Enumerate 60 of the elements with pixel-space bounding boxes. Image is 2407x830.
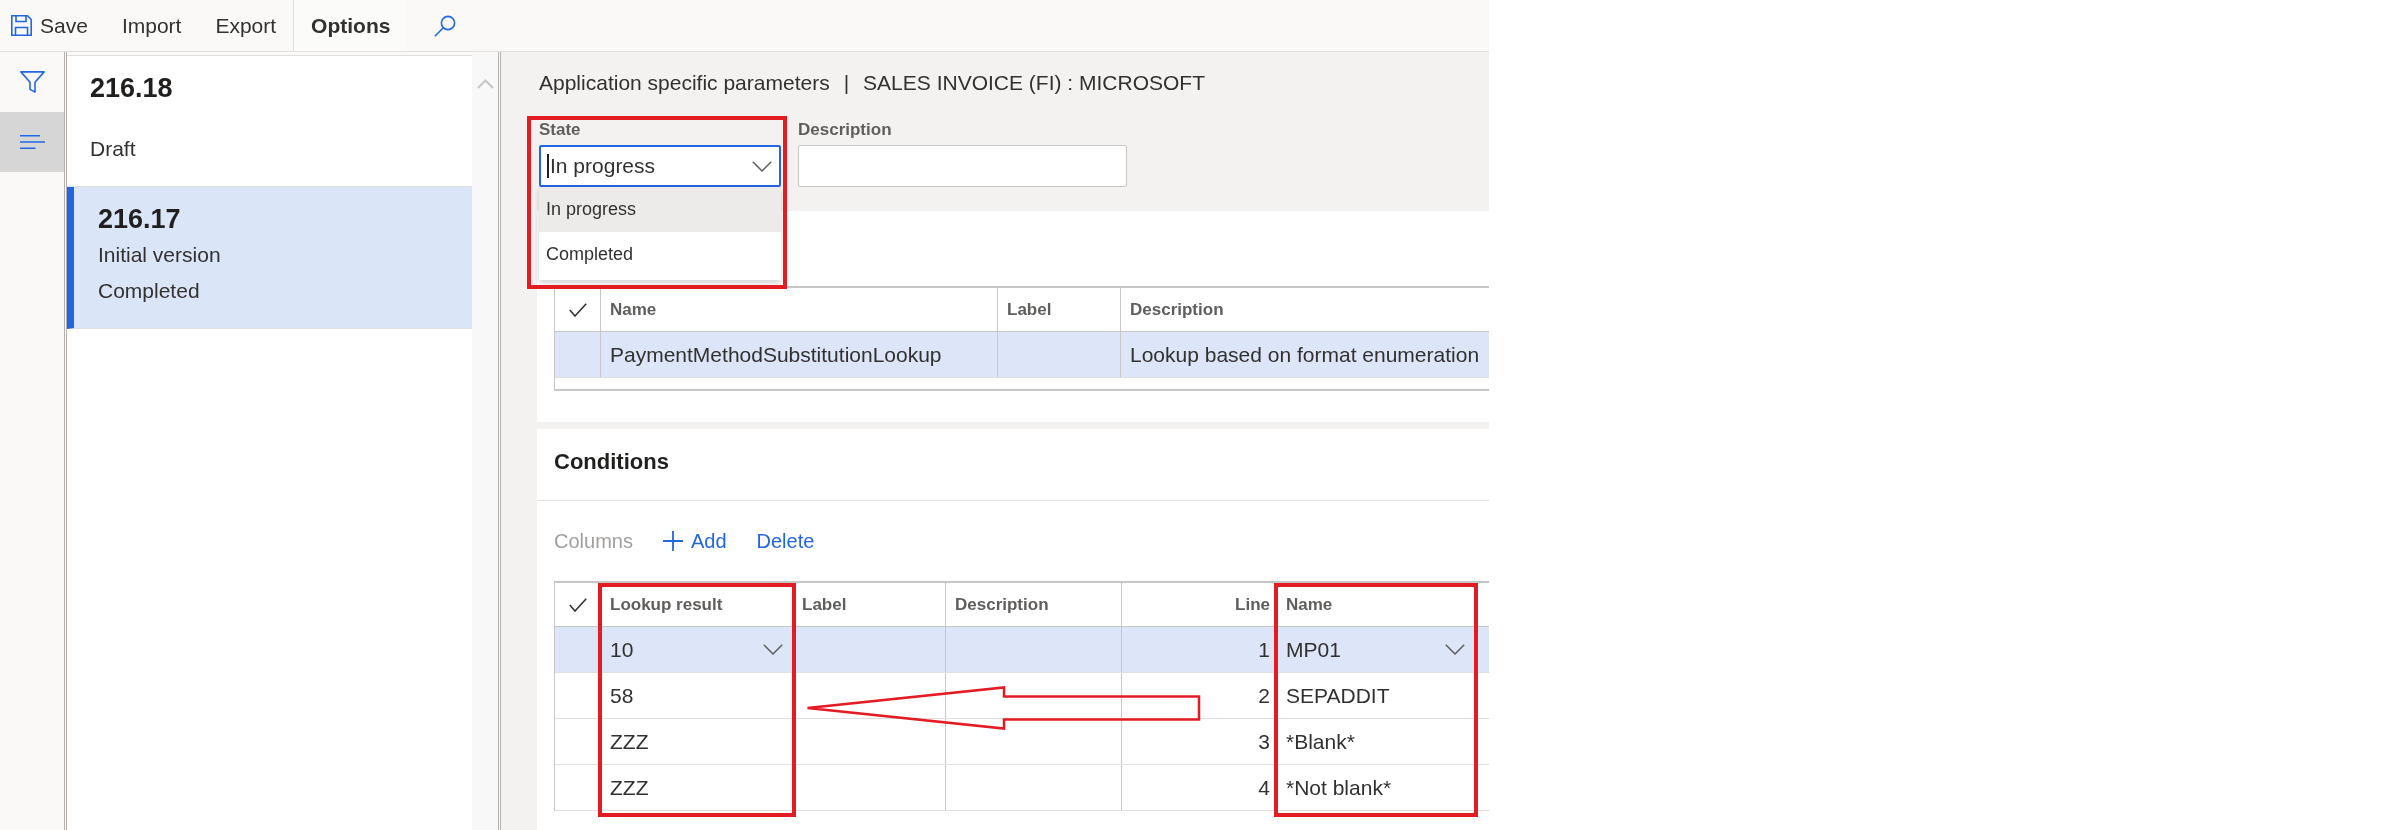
section-title: Conditions <box>554 449 669 474</box>
table-cell: PaymentMethodSubstitutionLookup <box>601 332 998 377</box>
table-row[interactable]: ZZZ 3 *Blank* <box>555 719 1489 765</box>
toolbar-button[interactable]: Add <box>662 529 727 553</box>
list-icon <box>19 135 45 149</box>
filter-icon <box>19 71 45 93</box>
table-row[interactable]: 10 1 MP01 <box>555 627 1489 673</box>
table-row[interactable]: 58 2 SEPADDIT <box>555 673 1489 719</box>
cell-dropdown[interactable]: 10 <box>601 627 793 672</box>
cell-dropdown[interactable]: MP01 <box>1277 627 1475 672</box>
column-header[interactable]: Description <box>946 583 1122 626</box>
version-description: Initial version <box>98 242 221 268</box>
check-icon[interactable] <box>568 597 587 612</box>
save-icon <box>11 15 32 36</box>
table-row[interactable]: PaymentMethodSubstitutionLookup Lookup based on format enumeration <box>555 332 1489 378</box>
table-cell: ZZZ <box>601 765 793 810</box>
table-cell: 1 <box>1122 627 1277 672</box>
description-field[interactable] <box>798 145 1127 187</box>
table-cell: 4 <box>1122 765 1277 810</box>
table-cell: ZZZ <box>601 719 793 764</box>
record-name: SALES INVOICE (FI) : MICROSOFT <box>863 70 1205 96</box>
chevron-down-icon <box>763 644 783 655</box>
plus-icon <box>662 531 683 551</box>
column-header[interactable]: Name <box>601 288 998 331</box>
toolbar-button[interactable]: Import <box>104 0 199 51</box>
column-header[interactable]: Lookup result <box>601 583 793 626</box>
toolbar-button[interactable]: Export <box>198 0 294 51</box>
search-icon[interactable] <box>434 14 457 37</box>
chevron-down-icon <box>1445 644 1465 655</box>
dropdown-option[interactable]: Completed <box>539 232 781 277</box>
check-icon[interactable] <box>568 302 587 317</box>
table-cell: *Blank* <box>1277 719 1475 764</box>
column-header[interactable]: Description <box>1121 288 1489 331</box>
title-separator: | <box>843 70 850 96</box>
field-label: State <box>539 119 581 141</box>
page-title: Application specific parameters <box>539 70 830 96</box>
table-cell: *Not blank* <box>1277 765 1475 810</box>
table-cell: SEPADDIT <box>1277 673 1475 718</box>
list-view-button[interactable] <box>0 112 64 172</box>
table-cell: 2 <box>1122 673 1277 718</box>
version-status: Completed <box>98 278 200 304</box>
column-header[interactable]: Label <box>793 583 946 626</box>
chevron-down-icon <box>752 160 772 172</box>
toolbar-button[interactable]: Delete <box>756 529 815 553</box>
column-header[interactable]: Name <box>1277 583 1475 626</box>
column-header[interactable]: Line <box>1122 583 1277 626</box>
text-cursor-icon <box>547 154 549 178</box>
table-cell: 58 <box>601 673 793 718</box>
dropdown-option[interactable]: In progress <box>539 187 781 232</box>
table-row[interactable]: ZZZ 4 *Not blank* <box>555 765 1489 811</box>
table-cell-text: Lookup based on format enumeration <box>1129 341 1481 368</box>
table-cell: 3 <box>1122 719 1277 764</box>
version-item[interactable]: 216.17 Initial version Completed <box>67 187 472 329</box>
version-number: 216.17 <box>98 203 181 236</box>
field-label: Description <box>798 119 892 141</box>
toolbar-button[interactable]: Save <box>0 0 105 51</box>
version-status: Draft <box>90 136 136 162</box>
version-number: 216.18 <box>90 72 173 105</box>
state-dropdown[interactable]: In progress <box>539 145 781 187</box>
column-header[interactable]: Label <box>998 288 1121 331</box>
